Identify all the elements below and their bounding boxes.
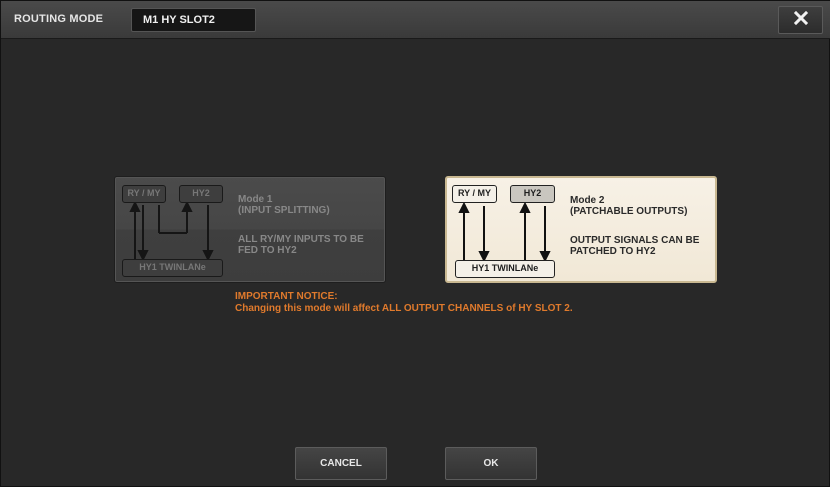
mode1-title: Mode 1 [238,194,273,205]
mode2-description-line2: PATCHED TO HY2 [570,246,656,257]
dialog-title: ROUTING MODE [14,13,104,25]
mode2-option[interactable]: RY / MY HY2 HY1 TWINLANe Mode 2 (PATCHAB… [445,176,717,283]
ok-button[interactable]: OK [445,447,537,480]
mode1-option[interactable]: RY / MY HY2 HY1 TWINLANe Mode 1 (INPUT S… [114,176,386,283]
mode2-subtitle: (PATCHABLE OUTPUTS) [570,206,688,217]
mode2-hy2-box: HY2 [510,185,555,203]
slot-name-field: M1 HY SLOT2 [131,8,256,32]
mode2-rymy-box: RY / MY [452,185,497,203]
close-button[interactable] [778,6,823,34]
important-notice: IMPORTANT NOTICE: Changing this mode wil… [235,291,573,315]
mode2-title: Mode 2 [570,195,605,206]
mode2-description-line1: OUTPUT SIGNALS CAN BE [570,235,700,246]
mode1-description-line2: FED TO HY2 [238,245,297,256]
routing-mode-dialog: ROUTING MODE M1 HY SLOT2 RY / MY HY2 HY1… [0,0,830,487]
notice-heading: IMPORTANT NOTICE: [235,291,338,302]
mode1-rymy-box: RY / MY [122,185,166,203]
mode1-subtitle: (INPUT SPLITTING) [238,205,330,216]
mode1-hy2-box: HY2 [179,185,223,203]
title-bar: ROUTING MODE M1 HY SLOT2 [1,1,830,39]
mode1-description-line1: ALL RY/MY INPUTS TO BE [238,234,364,245]
cancel-button[interactable]: CANCEL [295,447,387,480]
close-icon [793,10,808,30]
notice-text: Changing this mode will affect ALL OUTPU… [235,303,573,314]
mode1-hy1-twinlane-box: HY1 TWINLANe [122,259,223,277]
mode2-hy1-twinlane-box: HY1 TWINLANe [455,260,555,278]
